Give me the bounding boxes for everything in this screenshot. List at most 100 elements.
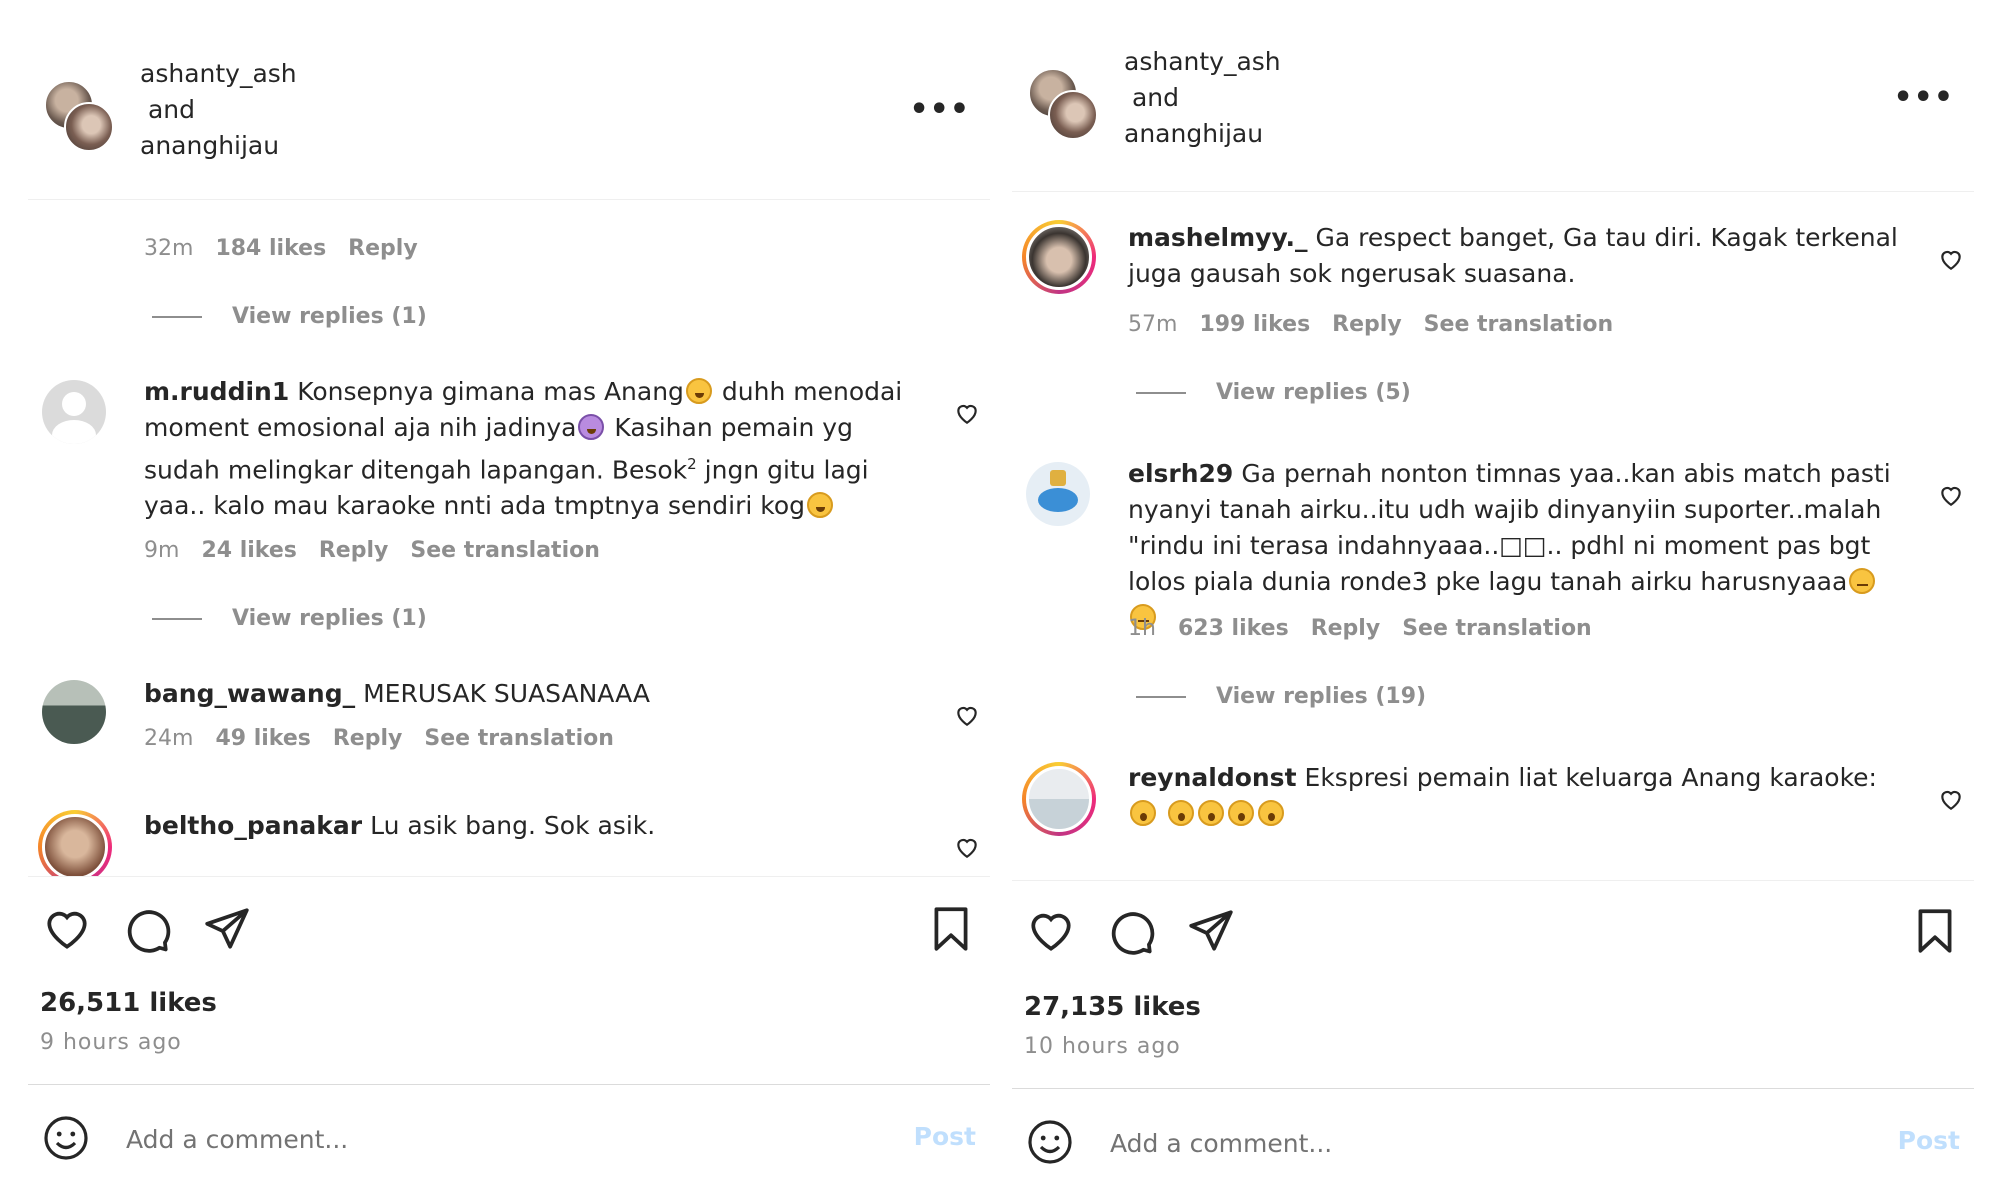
grin-emoji-icon (807, 492, 834, 519)
author-username-2[interactable]: ananghijau (1124, 119, 1263, 148)
divider (28, 876, 990, 877)
author-names: ashanty_ash and ananghijau (1124, 44, 1281, 152)
avatar[interactable] (42, 380, 106, 444)
open-mouth-emoji-icon (1227, 800, 1254, 826)
view-replies-button[interactable]: View replies (19) (1136, 684, 1426, 709)
comment-text: beltho_panakar Lu asik bang. Sok asik. (144, 811, 656, 840)
divider (28, 1084, 990, 1085)
see-translation-button[interactable]: See translation (1402, 616, 1592, 641)
comment-input[interactable] (1108, 1118, 1832, 1168)
comment-username[interactable]: beltho_panakar (144, 811, 362, 840)
share-send-icon[interactable] (1186, 906, 1236, 956)
reply-button[interactable]: Reply (1311, 616, 1381, 641)
comment-username[interactable]: mashelmyy._ (1128, 223, 1307, 252)
post-button[interactable]: Post (1898, 1126, 1960, 1155)
comment-time: 32m (144, 236, 194, 261)
avatar[interactable] (42, 680, 106, 744)
more-options-icon[interactable]: ••• (909, 92, 970, 127)
comment-likes[interactable]: 49 likes (215, 726, 310, 751)
author-username-2[interactable]: ananghijau (140, 131, 279, 160)
bookmark-icon[interactable] (926, 904, 976, 954)
open-mouth-emoji-icon (1257, 800, 1284, 826)
reply-button[interactable]: Reply (319, 538, 389, 563)
comment-meta: 57m 199 likes Reply See translation (1128, 312, 1635, 337)
comment-username[interactable]: elsrh29 (1128, 459, 1233, 488)
comment-icon[interactable] (122, 904, 172, 954)
collab-avatars[interactable] (1028, 68, 1104, 148)
reply-button[interactable]: Reply (1332, 312, 1402, 337)
facepalm-emoji-icon (578, 414, 605, 440)
divider (28, 199, 990, 200)
comment-likes[interactable]: 199 likes (1199, 312, 1310, 337)
collab-avatars[interactable] (44, 80, 120, 160)
avatar[interactable] (1022, 762, 1096, 836)
comment-time: 9m (144, 538, 180, 563)
heart-icon[interactable] (1026, 906, 1076, 956)
author-and: and (1124, 83, 1179, 112)
comment-text: elsrh29 Ga pernah nonton timnas yaa..kan … (1128, 456, 1904, 636)
emoji-icon[interactable] (1026, 1118, 1074, 1166)
share-send-icon[interactable] (202, 904, 252, 954)
comment-text: bang_wawang_ MERUSAK SUASANAAA (144, 679, 651, 708)
add-comment-bar: Post (1012, 1100, 1974, 1190)
expressionless-emoji-icon (1849, 568, 1876, 594)
like-comment-heart-icon[interactable] (1938, 482, 1964, 508)
author-username-1[interactable]: ashanty_ash (140, 59, 297, 88)
reply-button[interactable]: Reply (348, 236, 418, 261)
comment-likes[interactable]: 184 likes (215, 236, 326, 261)
add-comment-bar: Post (28, 1096, 990, 1186)
post-time: 9 hours ago (40, 1030, 182, 1055)
comment-username[interactable]: reynaldonst (1128, 763, 1297, 792)
likes-count[interactable]: 27,135 likes (1024, 992, 1201, 1022)
view-replies-button[interactable]: View replies (1) (152, 304, 427, 329)
open-mouth-emoji-icon (1197, 800, 1224, 826)
see-translation-button[interactable]: See translation (424, 726, 614, 751)
heart-icon[interactable] (42, 904, 92, 954)
like-comment-heart-icon[interactable] (954, 702, 980, 728)
divider (1012, 880, 1974, 881)
post-panel-left: 32m 184 likes Reply View replies (1) m.rud… (28, 0, 990, 1200)
avatar (1048, 90, 1098, 140)
like-comment-heart-icon[interactable] (1938, 786, 1964, 812)
comments-list[interactable]: mashelmyy._ Ga respect banget, Ga tau dir… (1012, 192, 1974, 880)
joy-emoji-icon (685, 378, 712, 404)
emoji-icon[interactable] (42, 1114, 90, 1162)
like-comment-heart-icon[interactable] (954, 834, 980, 860)
comment-input[interactable] (124, 1114, 848, 1164)
post-button[interactable]: Post (914, 1122, 976, 1151)
view-replies-button[interactable]: View replies (5) (1136, 380, 1411, 405)
comments-list[interactable]: 32m 184 likes Reply View replies (1) m.rud… (28, 160, 990, 876)
comment-meta: 24m 49 likes Reply See translation (144, 726, 636, 751)
bookmark-icon[interactable] (1910, 906, 1960, 956)
comment-likes[interactable]: 24 likes (201, 538, 296, 563)
comment-meta: 1h 623 likes Reply See translation (1128, 616, 1614, 641)
more-options-icon[interactable]: ••• (1893, 80, 1954, 115)
like-comment-heart-icon[interactable] (1938, 246, 1964, 272)
see-translation-button[interactable]: See translation (1424, 312, 1614, 337)
open-mouth-emoji-icon (1167, 800, 1194, 826)
avatar[interactable] (1022, 220, 1096, 294)
comment-likes[interactable]: 623 likes (1178, 616, 1289, 641)
view-replies-button[interactable]: View replies (1) (152, 606, 427, 631)
comment-time: 1h (1128, 616, 1156, 641)
author-username-1[interactable]: ashanty_ash (1124, 47, 1281, 76)
comment-meta: 32m 184 likes Reply (144, 236, 440, 261)
avatar[interactable] (38, 810, 112, 876)
comment-text: mashelmyy._ Ga respect banget, Ga tau dir… (1128, 223, 1898, 288)
comment-icon[interactable] (1106, 906, 1156, 956)
post-header: ashanty_ash and ananghijau ••• (28, 0, 990, 200)
author-names: ashanty_ash and ananghijau (140, 56, 297, 164)
like-comment-heart-icon[interactable] (954, 400, 980, 426)
post-panel-right: mashelmyy._ Ga respect banget, Ga tau dir… (1012, 0, 1974, 1200)
reply-button[interactable]: Reply (333, 726, 403, 751)
see-translation-button[interactable]: See translation (410, 538, 600, 563)
avatar[interactable] (1026, 462, 1090, 526)
divider (1012, 191, 1974, 192)
avatar (64, 102, 114, 152)
comment-text: reynaldonst Ekspresi pemain liat keluarga… (1128, 760, 1904, 832)
comment-username[interactable]: bang_wawang_ (144, 679, 355, 708)
likes-count[interactable]: 26,511 likes (40, 988, 217, 1018)
action-bar (1012, 906, 1974, 966)
comment-username[interactable]: m.ruddin1 (144, 377, 289, 406)
action-bar (28, 904, 990, 964)
